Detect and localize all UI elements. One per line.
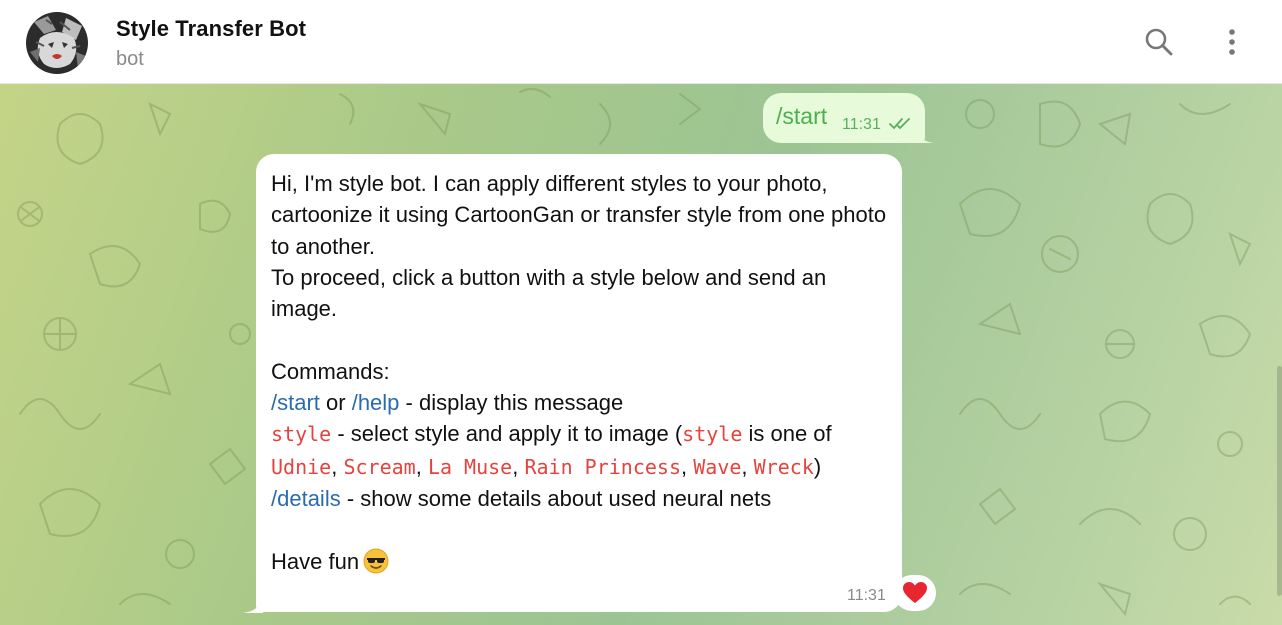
style-description-b: is one of [742,421,832,447]
details-description: - show some details about used neural ne… [340,485,772,511]
chat-scrollbar[interactable] [1277,366,1282,596]
have-fun-text: Have fun [271,548,360,574]
chat-title: Style Transfer Bot [116,16,307,41]
help-command-link[interactable]: /help [352,390,400,415]
separator: , [415,453,428,479]
or-text: or [319,390,352,416]
style-wreck: Wreck [753,454,814,479]
start-command-line: /start or /help - display this message [271,387,891,418]
separator: , [681,453,694,479]
search-icon [1145,28,1173,56]
style-la-muse: La Muse [427,454,513,479]
separator: , [741,453,754,479]
chat-area[interactable]: /start 11:31 Hi, I'm style bot. I can ap… [0,84,1282,625]
style-description: - select style and apply it to image ( [331,421,683,447]
incoming-message[interactable]: Hi, I'm style bot. I can apply different… [256,154,902,612]
instruction-text: To proceed, click a button with a style … [271,264,827,322]
separator: , [331,453,344,479]
smiling-face-with-sunglasses-icon [363,548,389,574]
style-scream: Scream [343,454,416,479]
start-description: - display this message [399,390,624,416]
outgoing-message-text: /start [776,103,828,129]
style-rain-princess: Rain Princess [524,454,682,479]
commands-title: Commands: [271,358,390,384]
more-vertical-icon [1229,29,1235,55]
outgoing-bubble-tail [916,127,934,143]
style-wave: Wave [693,454,742,479]
separator: , [512,453,525,479]
incoming-message-text: Hi, I'm style bot. I can apply different… [271,168,891,577]
close-paren: ) [813,453,822,479]
style-code-inline: style [682,422,743,447]
reaction-badge[interactable] [894,575,936,611]
have-fun-line: Have fun [271,546,891,577]
style-udnie: Udnie [271,454,332,479]
incoming-message-time: 11:31 [847,587,886,604]
details-command-link[interactable]: /details [271,486,341,511]
intro-text: Hi, I'm style bot. I can apply different… [271,171,887,259]
details-command-line: /details - show some details about used … [271,483,891,514]
start-command-link[interactable]: /start [271,390,320,415]
more-options-button[interactable] [1216,26,1248,58]
style-command-line: style - select style and apply it to ima… [271,418,891,483]
search-button[interactable] [1143,26,1175,58]
chat-header: Style Transfer Bot bot [0,0,1282,84]
outgoing-message-time: 11:31 [842,116,881,133]
outgoing-message[interactable]: /start 11:31 [763,93,925,143]
bot-avatar[interactable] [26,12,88,74]
red-heart-icon [903,582,927,603]
chat-subtitle: bot [116,48,144,70]
double-check-icon [889,118,910,130]
style-command-code: style [271,422,332,447]
